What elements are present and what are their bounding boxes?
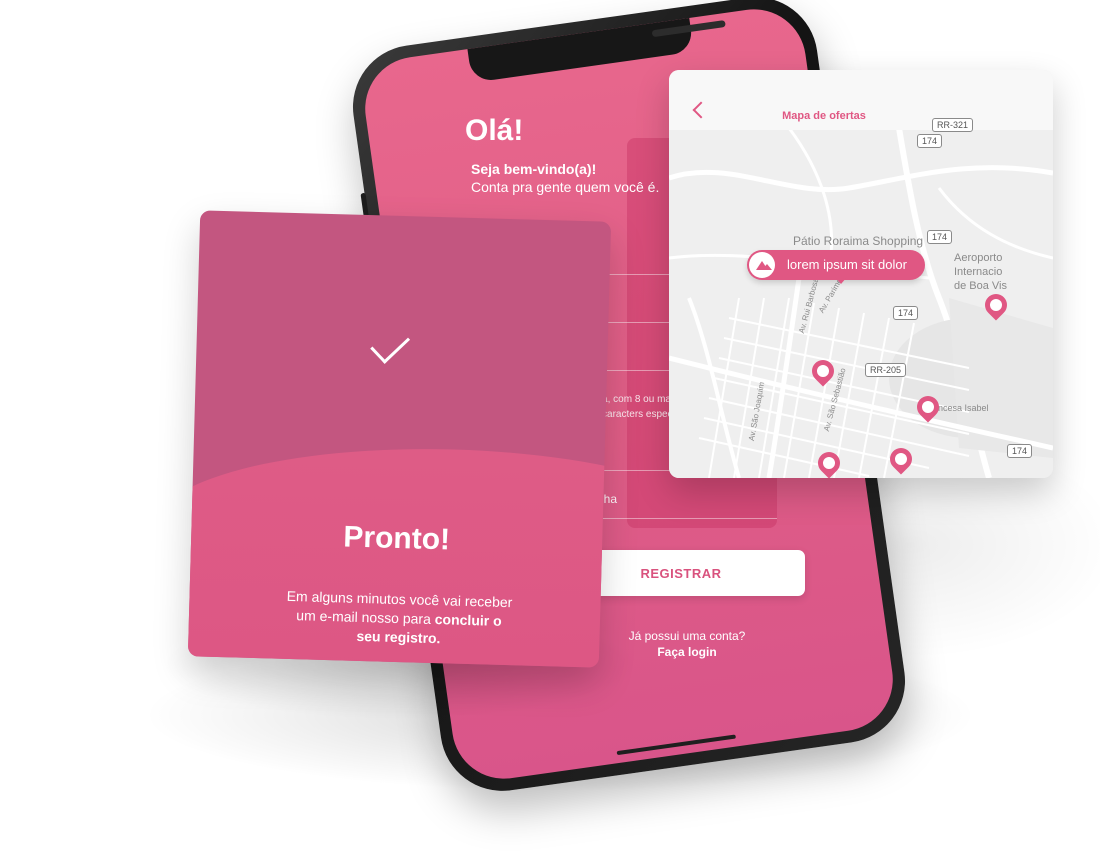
road-sign-174-a: 174 bbox=[917, 134, 943, 148]
road-sign-174-c: 174 bbox=[893, 306, 919, 320]
login-question: Já possui uma conta? bbox=[628, 629, 746, 643]
offer-bubble[interactable]: lorem ipsum sit dolor bbox=[747, 250, 925, 284]
check-icon bbox=[370, 324, 411, 364]
road-sign-rr205: RR-205 bbox=[865, 363, 907, 377]
success-card: Pronto! Em alguns minutos você vai receb… bbox=[187, 210, 612, 668]
map-pin-dot bbox=[987, 296, 1005, 314]
greeting-title: Olá! bbox=[465, 114, 524, 147]
welcome-sub: Conta pra gente quem você é. bbox=[471, 179, 660, 195]
map-pin-dot bbox=[919, 398, 937, 416]
road-sign-174-d: 174 bbox=[1007, 444, 1033, 458]
success-message: Em alguns minutos você vai receber um e-… bbox=[283, 587, 515, 650]
mountain-icon bbox=[749, 252, 775, 278]
label-airport-1: Aeroporto bbox=[954, 252, 1003, 264]
welcome-text: Seja bem-vindo(a)! Conta pra gente quem … bbox=[471, 160, 659, 196]
offer-bubble-text: lorem ipsum sit dolor bbox=[787, 257, 907, 272]
promo-scene: Olá! Seja bem-vindo(a)! Conta pra gente … bbox=[0, 0, 1100, 855]
map-card: Mapa de ofertas RR-321 174 174 174 RR-20… bbox=[669, 70, 1053, 478]
register-label: REGISTRAR bbox=[640, 565, 722, 581]
label-shopping: Pátio Roraima Shopping bbox=[793, 234, 924, 248]
label-airport-3: de Boa Vis bbox=[954, 280, 1008, 292]
mountain-peak-small bbox=[762, 264, 772, 270]
label-airport-2: Internacio bbox=[954, 266, 1003, 278]
bubble-tail bbox=[835, 277, 847, 284]
welcome-bold: Seja bem-vindo(a)! bbox=[471, 161, 597, 177]
road-sign-174-b: 174 bbox=[927, 230, 953, 244]
map-pin-dot bbox=[892, 450, 910, 468]
map-pin-dot bbox=[814, 362, 832, 380]
map-pin-dot bbox=[820, 454, 838, 472]
road-sign-rr321: RR-321 bbox=[932, 118, 974, 132]
